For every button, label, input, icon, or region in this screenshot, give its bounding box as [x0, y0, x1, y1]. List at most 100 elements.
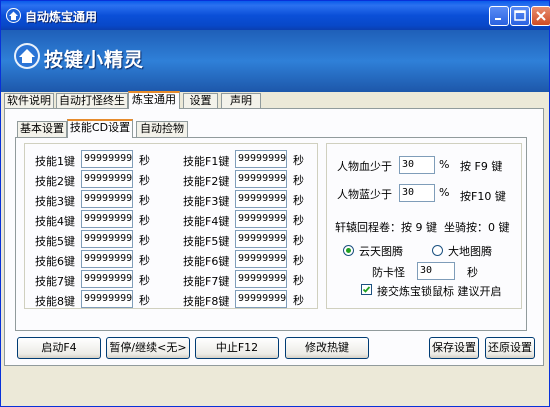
- skill-left-cd-input[interactable]: 99999999: [81, 270, 133, 288]
- skill-left-unit: 秒: [139, 294, 150, 307]
- skill-left-cd-input[interactable]: 99999999: [81, 210, 133, 228]
- skill-right-label: 技能F6键: [183, 255, 230, 268]
- skill-right-label: 技能F3键: [183, 195, 230, 208]
- skill-right-cd-input[interactable]: 99999999: [235, 290, 287, 308]
- tab-statement[interactable]: 声明: [221, 93, 261, 108]
- hp-unit: %: [439, 158, 450, 171]
- modify-hotkey-button[interactable]: 修改热键: [285, 337, 369, 359]
- skill-left-unit: 秒: [139, 274, 150, 287]
- hp-key-label: 按 F9 键: [460, 160, 503, 173]
- skill-left-label: 技能2键: [35, 175, 75, 188]
- pause-resume-button[interactable]: 暂停/继续<无>: [106, 337, 190, 359]
- tab-refine-general[interactable]: 炼宝通用: [128, 91, 180, 109]
- skill-right-unit: 秒: [293, 294, 304, 307]
- auto-potion-group: 人物血少于 30 % 按 F9 键 人物蓝少于 30 % 按F10 键 轩辕回程…: [326, 143, 522, 309]
- logo-text: 按键小精灵: [44, 49, 145, 71]
- tab-settings[interactable]: 设置: [183, 93, 218, 108]
- window-title: 自动炼宝通用: [25, 10, 98, 24]
- stop-button[interactable]: 中止F12: [195, 337, 279, 359]
- main-tab-panel: 基本设置 技能CD设置 自动捡物 技能1键 99999999 秒技能2键 999999…: [4, 108, 544, 366]
- skill-left-label: 技能1键: [35, 155, 75, 168]
- hp-label: 人物血少于: [337, 160, 392, 173]
- main-tabs: 软件说明 自动打怪终生 炼宝通用 设置 声明: [1, 91, 549, 109]
- skill-right-unit: 秒: [293, 234, 304, 247]
- restore-settings-button[interactable]: 还原设置: [485, 337, 535, 359]
- skill-right-unit: 秒: [293, 174, 304, 187]
- radio-yuntian-label: 云天图腾: [359, 245, 403, 258]
- hp-threshold-input[interactable]: 30: [399, 156, 435, 174]
- skill-right-cd-input[interactable]: 99999999: [235, 250, 287, 268]
- skill-left-cd-input[interactable]: 99999999: [81, 230, 133, 248]
- maximize-icon: [514, 10, 526, 21]
- skill-left-label: 技能7键: [35, 275, 75, 288]
- save-settings-button[interactable]: 保存设置: [429, 337, 479, 359]
- banner: 按键小精灵: [1, 30, 549, 92]
- tab-software-info[interactable]: 软件说明: [4, 93, 54, 108]
- skill-left-unit: 秒: [139, 154, 150, 167]
- radio-dadi-label: 大地图腾: [448, 245, 492, 258]
- skill-right-cd-input[interactable]: 99999999: [235, 150, 287, 168]
- skill-left-cd-input[interactable]: 99999999: [81, 170, 133, 188]
- skill-right-label: 技能F7键: [183, 275, 230, 288]
- skill-left-cd-input[interactable]: 99999999: [81, 190, 133, 208]
- anti-stuck-input[interactable]: 30: [417, 262, 455, 280]
- mp-key-label: 按F10 键: [460, 190, 506, 203]
- subtab-skill-cd[interactable]: 技能CD设置: [67, 119, 133, 138]
- skill-right-cd-input[interactable]: 99999999: [235, 170, 287, 188]
- skill-left-unit: 秒: [139, 214, 150, 227]
- radio-yuntian-totem[interactable]: [343, 245, 354, 256]
- logo-icon: [14, 43, 40, 69]
- mp-threshold-input[interactable]: 30: [399, 184, 435, 202]
- skill-left-unit: 秒: [139, 174, 150, 187]
- lock-mouse-checkbox[interactable]: [361, 284, 372, 295]
- skill-right-label: 技能F1键: [183, 155, 230, 168]
- anti-stuck-label: 防卡怪: [372, 266, 405, 279]
- skill-cd-group: 技能1键 99999999 秒技能2键 99999999 秒技能3键 99999999 秒技…: [24, 143, 318, 309]
- skill-right-unit: 秒: [293, 154, 304, 167]
- skill-right-unit: 秒: [293, 274, 304, 287]
- lock-mouse-label: 接交炼宝锁鼠标 建议开启: [377, 285, 502, 298]
- skill-left-cd-input[interactable]: 99999999: [81, 250, 133, 268]
- close-icon: [536, 11, 546, 21]
- skill-left-cd-input[interactable]: 99999999: [81, 150, 133, 168]
- skill-cd-panel: 技能1键 99999999 秒技能2键 99999999 秒技能3键 99999999 秒技…: [15, 137, 527, 331]
- skill-right-cd-input[interactable]: 99999999: [235, 270, 287, 288]
- skill-right-label: 技能F2键: [183, 175, 230, 188]
- mount-key-label: 坐骑按：0 键: [444, 221, 510, 234]
- skill-right-cd-input[interactable]: 99999999: [235, 210, 287, 228]
- anti-stuck-unit: 秒: [467, 266, 478, 279]
- title-bar[interactable]: 自动炼宝通用: [1, 1, 550, 30]
- skill-left-unit: 秒: [139, 254, 150, 267]
- skill-left-cd-input[interactable]: 99999999: [81, 290, 133, 308]
- skill-left-label: 技能5键: [35, 235, 75, 248]
- checkmark-icon: [362, 286, 371, 293]
- skill-left-label: 技能3键: [35, 195, 75, 208]
- start-button[interactable]: 启动F4: [17, 337, 101, 359]
- skill-right-unit: 秒: [293, 254, 304, 267]
- close-button[interactable]: [531, 6, 550, 26]
- subtab-basic-settings[interactable]: 基本设置: [17, 121, 67, 137]
- maximize-button[interactable]: [510, 6, 530, 26]
- tab-auto-fight[interactable]: 自动打怪终生: [56, 93, 128, 108]
- mp-unit: %: [439, 186, 450, 199]
- minimize-icon: [495, 18, 501, 20]
- skill-right-unit: 秒: [293, 194, 304, 207]
- skill-right-label: 技能F4键: [183, 215, 230, 228]
- skill-right-label: 技能F8键: [183, 295, 230, 308]
- app-icon: [6, 8, 21, 23]
- skill-left-label: 技能4键: [35, 215, 75, 228]
- minimize-button[interactable]: [489, 6, 509, 26]
- main-window: 自动炼宝通用 按键小精灵 软件说明 自动打怪终生 炼宝通用 设置 声明 基本设置…: [0, 0, 550, 407]
- subtab-auto-pickup[interactable]: 自动捡物: [136, 121, 188, 137]
- skill-left-label: 技能8键: [35, 295, 75, 308]
- skill-right-cd-input[interactable]: 99999999: [235, 230, 287, 248]
- radio-dadi-totem[interactable]: [432, 245, 443, 256]
- skill-left-label: 技能6键: [35, 255, 75, 268]
- skill-right-label: 技能F5键: [183, 235, 230, 248]
- skill-left-unit: 秒: [139, 234, 150, 247]
- return-scroll-label: 轩辕回程卷：按 9 键: [335, 221, 437, 234]
- skill-right-cd-input[interactable]: 99999999: [235, 190, 287, 208]
- skill-left-unit: 秒: [139, 194, 150, 207]
- mp-label: 人物蓝少于: [337, 188, 392, 201]
- skill-right-unit: 秒: [293, 214, 304, 227]
